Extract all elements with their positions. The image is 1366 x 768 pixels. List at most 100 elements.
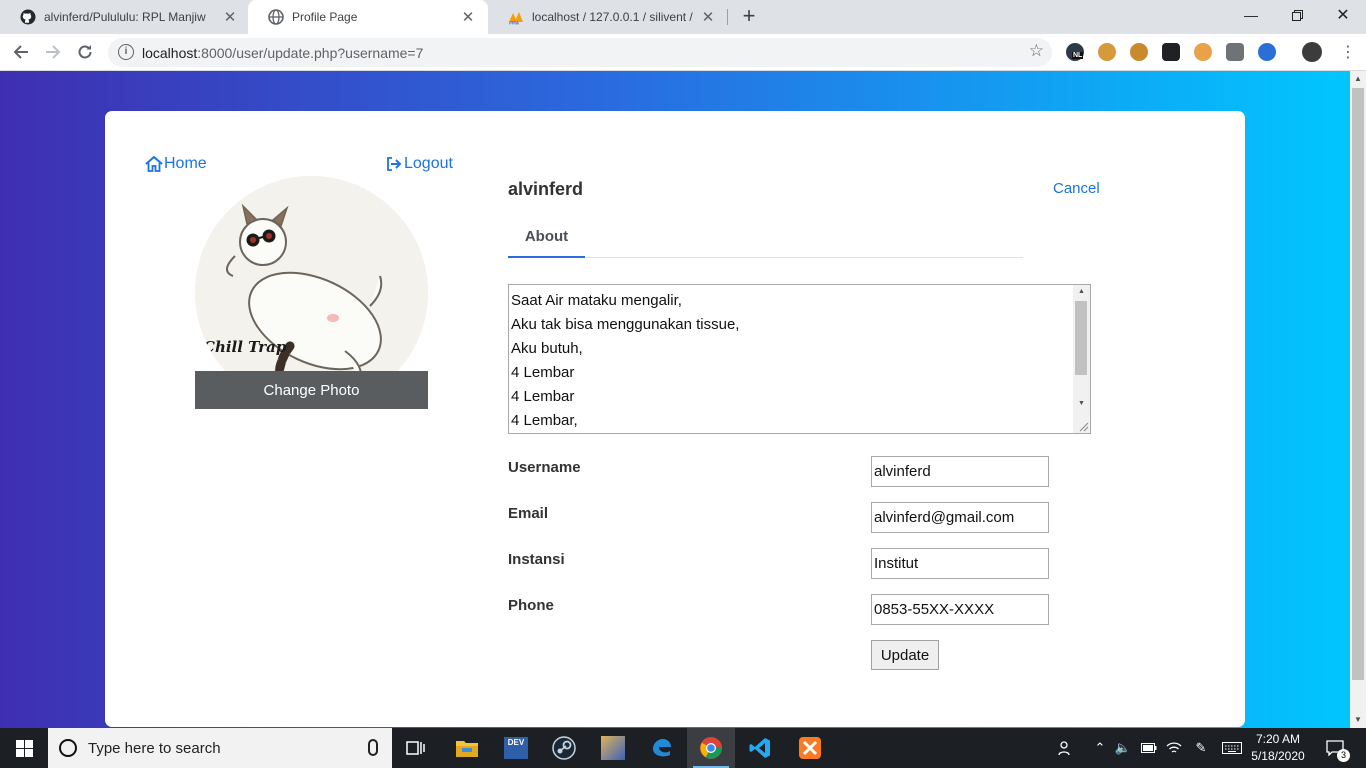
taskbar-vscode[interactable] <box>736 728 784 768</box>
profile-tabs: About <box>508 216 1023 258</box>
tab-about[interactable]: About <box>508 216 585 258</box>
instansi-input[interactable] <box>871 548 1049 579</box>
page-scroll-up-icon[interactable]: ▲ <box>1350 71 1366 87</box>
task-view-icon <box>406 741 425 755</box>
extension-search-icon[interactable] <box>1258 43 1276 61</box>
address-bar[interactable]: i localhost:8000/user/update.php?usernam… <box>108 38 1052 67</box>
volume-muted-icon[interactable]: 🔈 <box>1113 728 1133 768</box>
keyboard-icon[interactable] <box>1220 728 1244 768</box>
taskbar-chrome[interactable] <box>687 728 735 768</box>
taskbar-file-explorer[interactable] <box>443 728 491 768</box>
devc-label: DEV <box>507 738 525 747</box>
close-tab-icon[interactable]: ✕ <box>222 8 238 26</box>
show-hidden-icons[interactable]: ⌃ <box>1090 728 1110 768</box>
change-photo-label: Change Photo <box>263 381 360 399</box>
change-photo-button[interactable]: Change Photo <box>195 371 428 409</box>
back-button[interactable] <box>7 38 35 66</box>
instansi-label: Instansi <box>508 551 565 568</box>
search-placeholder: Type here to search <box>88 739 221 757</box>
browser-tab-github[interactable]: alvinferd/Pulululu: RPL Manjiw ✕ <box>0 0 250 34</box>
restore-window-button[interactable] <box>1274 0 1320 30</box>
update-label: Update <box>880 646 930 664</box>
textarea-scrollbar[interactable]: ▲ ▼ <box>1073 285 1090 433</box>
resize-grip-icon[interactable] <box>1076 419 1089 432</box>
home-link[interactable]: Home <box>145 155 207 173</box>
taskbar-xampp[interactable] <box>786 728 834 768</box>
close-tab-icon[interactable]: ✕ <box>460 8 476 26</box>
task-view-button[interactable] <box>392 728 440 768</box>
browser-tab-phpmyadmin[interactable]: PMA localhost / 127.0.0.1 / silivent / u… <box>488 0 728 34</box>
cancel-link[interactable]: Cancel <box>1053 180 1100 197</box>
page-scrollbar[interactable]: ▲ ▼ <box>1350 71 1366 728</box>
url-host: localhost <box>142 45 198 61</box>
wifi-icon[interactable] <box>1163 728 1185 768</box>
home-label: Home <box>164 155 207 172</box>
extension-fox-icon[interactable] <box>1194 43 1212 61</box>
clock-date: 5/18/2020 <box>1251 749 1305 763</box>
chrome-menu-button[interactable]: ⋮ <box>1334 38 1362 66</box>
people-icon[interactable] <box>1054 728 1078 768</box>
reload-button[interactable] <box>71 38 99 66</box>
extension-chat-icon[interactable] <box>1226 43 1244 61</box>
taskbar-pc-app[interactable] <box>589 728 637 768</box>
scroll-up-arrow-icon[interactable]: ▲ <box>1073 285 1090 299</box>
taskbar-search-box[interactable]: Type here to search <box>48 728 392 768</box>
windows-taskbar: Type here to search DEV ⌃ 🔈 ✎ 7:20 AM 5/… <box>0 728 1366 768</box>
devc-icon: DEV <box>504 737 528 759</box>
taskbar-edge[interactable] <box>638 728 686 768</box>
tab-title: alvinferd/Pulululu: RPL Manjiw <box>44 10 206 24</box>
cookie-editor-icon[interactable] <box>1130 43 1148 61</box>
browser-tab-profile[interactable]: Profile Page ✕ <box>248 0 488 34</box>
phone-input[interactable] <box>871 594 1049 625</box>
phpmyadmin-icon: PMA <box>508 9 524 25</box>
new-tab-button[interactable]: + <box>736 4 762 30</box>
action-center-icon[interactable]: 3 <box>1318 728 1352 768</box>
cortana-circle-icon <box>59 739 77 757</box>
close-window-button[interactable]: ✕ <box>1320 0 1366 30</box>
xampp-icon <box>799 737 821 759</box>
forward-button[interactable] <box>39 38 67 66</box>
clock-time: 7:20 AM <box>1255 732 1301 746</box>
start-button[interactable] <box>0 728 48 768</box>
profile-avatar[interactable] <box>1302 42 1322 62</box>
update-button[interactable]: Update <box>871 640 939 670</box>
tab-title: localhost / 127.0.0.1 / silivent / u <box>532 10 694 24</box>
battery-icon[interactable] <box>1138 728 1160 768</box>
profile-name: alvinferd <box>508 179 584 199</box>
browser-tab-strip: alvinferd/Pulululu: RPL Manjiw ✕ Profile… <box>0 0 1366 34</box>
restore-icon <box>1291 9 1303 21</box>
bookmark-star-icon[interactable]: ☆ <box>1029 41 1044 61</box>
logout-link[interactable]: Logout <box>386 155 453 173</box>
back-arrow-icon <box>13 45 28 59</box>
microphone-icon[interactable] <box>368 739 378 756</box>
forward-arrow-icon <box>46 45 61 59</box>
close-tab-icon[interactable]: ✕ <box>700 8 716 26</box>
avatar-caption: Chill Trap <box>203 338 287 356</box>
url-path: :8000/user/update.php?username=7 <box>197 45 424 61</box>
logout-icon <box>387 157 402 171</box>
windows-logo-icon <box>15 739 33 757</box>
svg-text:PMA: PMA <box>509 21 520 26</box>
about-textarea[interactable]: Saat Air mataku mengalir, Aku tak bisa m… <box>508 284 1091 434</box>
email-input[interactable] <box>871 502 1049 533</box>
pen-ink-icon[interactable]: ✎ <box>1190 728 1212 768</box>
vpn-extension-icon[interactable]: NL <box>1066 43 1084 61</box>
minimize-window-button[interactable]: — <box>1228 0 1274 30</box>
username-input[interactable] <box>871 456 1049 487</box>
page-scroll-thumb[interactable] <box>1352 88 1364 680</box>
site-info-icon[interactable]: i <box>118 44 134 60</box>
browser-toolbar: i localhost:8000/user/update.php?usernam… <box>0 34 1366 71</box>
scroll-down-arrow-icon[interactable]: ▼ <box>1073 397 1090 411</box>
reload-icon <box>78 45 92 59</box>
cookie-extension-icon[interactable] <box>1098 43 1116 61</box>
extension-dark-icon[interactable] <box>1162 43 1180 61</box>
vscode-icon <box>749 738 770 758</box>
taskbar-devc[interactable]: DEV <box>492 728 540 768</box>
page-scroll-down-icon[interactable]: ▼ <box>1350 712 1366 728</box>
taskbar-clock[interactable]: 7:20 AM 5/18/2020 <box>1248 731 1308 765</box>
username-label: Username <box>508 459 581 476</box>
steam-icon <box>552 736 576 760</box>
taskbar-steam[interactable] <box>540 728 588 768</box>
chrome-icon <box>700 737 722 759</box>
textarea-scroll-thumb[interactable] <box>1075 301 1087 375</box>
